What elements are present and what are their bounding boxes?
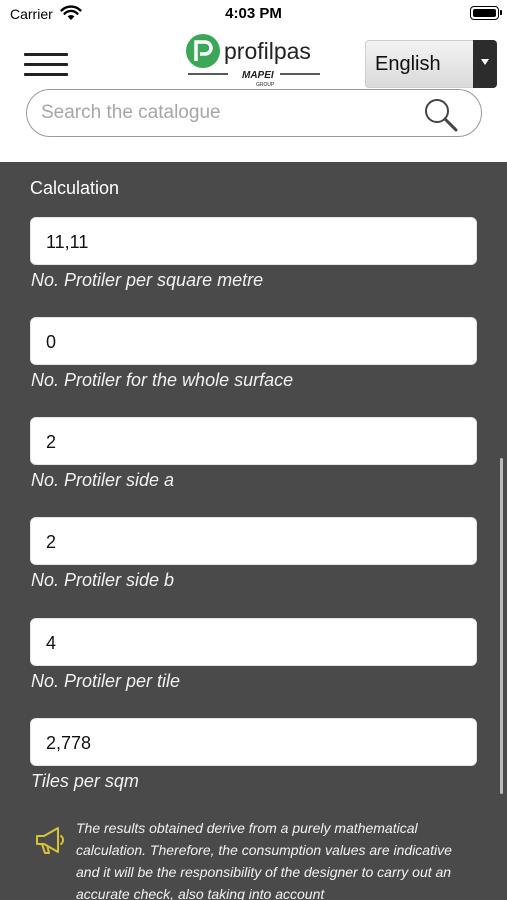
per-square-metre-field[interactable]: 11,11	[30, 217, 477, 265]
field-label: No. Protiler side a	[31, 470, 175, 490]
logo-group-sub: GROUP	[256, 82, 275, 88]
language-select[interactable]: English	[365, 40, 497, 88]
per-tile-field[interactable]: 4	[30, 618, 477, 666]
chevron-down-icon[interactable]	[473, 40, 497, 88]
app-header: profilpas MAPEI GROUP English	[0, 28, 507, 162]
field-value: 11,11	[46, 232, 89, 252]
logo-brand-text: profilpas	[224, 38, 311, 64]
field-label: No. Protiler per square metre	[31, 270, 264, 290]
field-label: No. Protiler side b	[31, 570, 175, 590]
side-b-field[interactable]: 2	[30, 517, 477, 565]
battery-icon	[470, 6, 502, 20]
field-value: 2	[46, 532, 57, 552]
search-bar[interactable]	[26, 89, 482, 137]
profilpas-logo[interactable]: profilpas MAPEI GROUP	[184, 32, 324, 88]
field-label: No. Protiler for the whole surface	[31, 370, 294, 390]
status-bar: Carrier 4:03 PM	[0, 0, 507, 28]
scrollbar[interactable]	[500, 458, 503, 794]
side-a-field[interactable]: 2	[30, 417, 477, 465]
calculation-panel: Calculation 11,11 No. Protiler per squar…	[0, 162, 507, 900]
tiles-per-sqm-field[interactable]: 2,778	[30, 718, 477, 766]
field-label: Tiles per sqm	[31, 771, 139, 791]
disclaimer-text: The results obtained derive from a purel…	[76, 820, 452, 900]
megaphone-icon	[36, 827, 64, 854]
section-title: Calculation	[30, 178, 120, 198]
field-value: 2	[46, 432, 57, 452]
logo-group-text: MAPEI	[242, 70, 274, 81]
search-icon[interactable]	[423, 97, 459, 133]
hamburger-menu-icon[interactable]	[24, 53, 68, 77]
field-label: No. Protiler per tile	[31, 671, 181, 691]
field-value: 2,778	[46, 733, 92, 753]
search-input[interactable]	[41, 98, 411, 128]
clock: 4:03 PM	[225, 5, 282, 22]
field-value: 0	[46, 332, 57, 352]
language-value: English	[375, 53, 441, 75]
whole-surface-field[interactable]: 0	[30, 317, 477, 365]
field-value: 4	[46, 633, 57, 653]
